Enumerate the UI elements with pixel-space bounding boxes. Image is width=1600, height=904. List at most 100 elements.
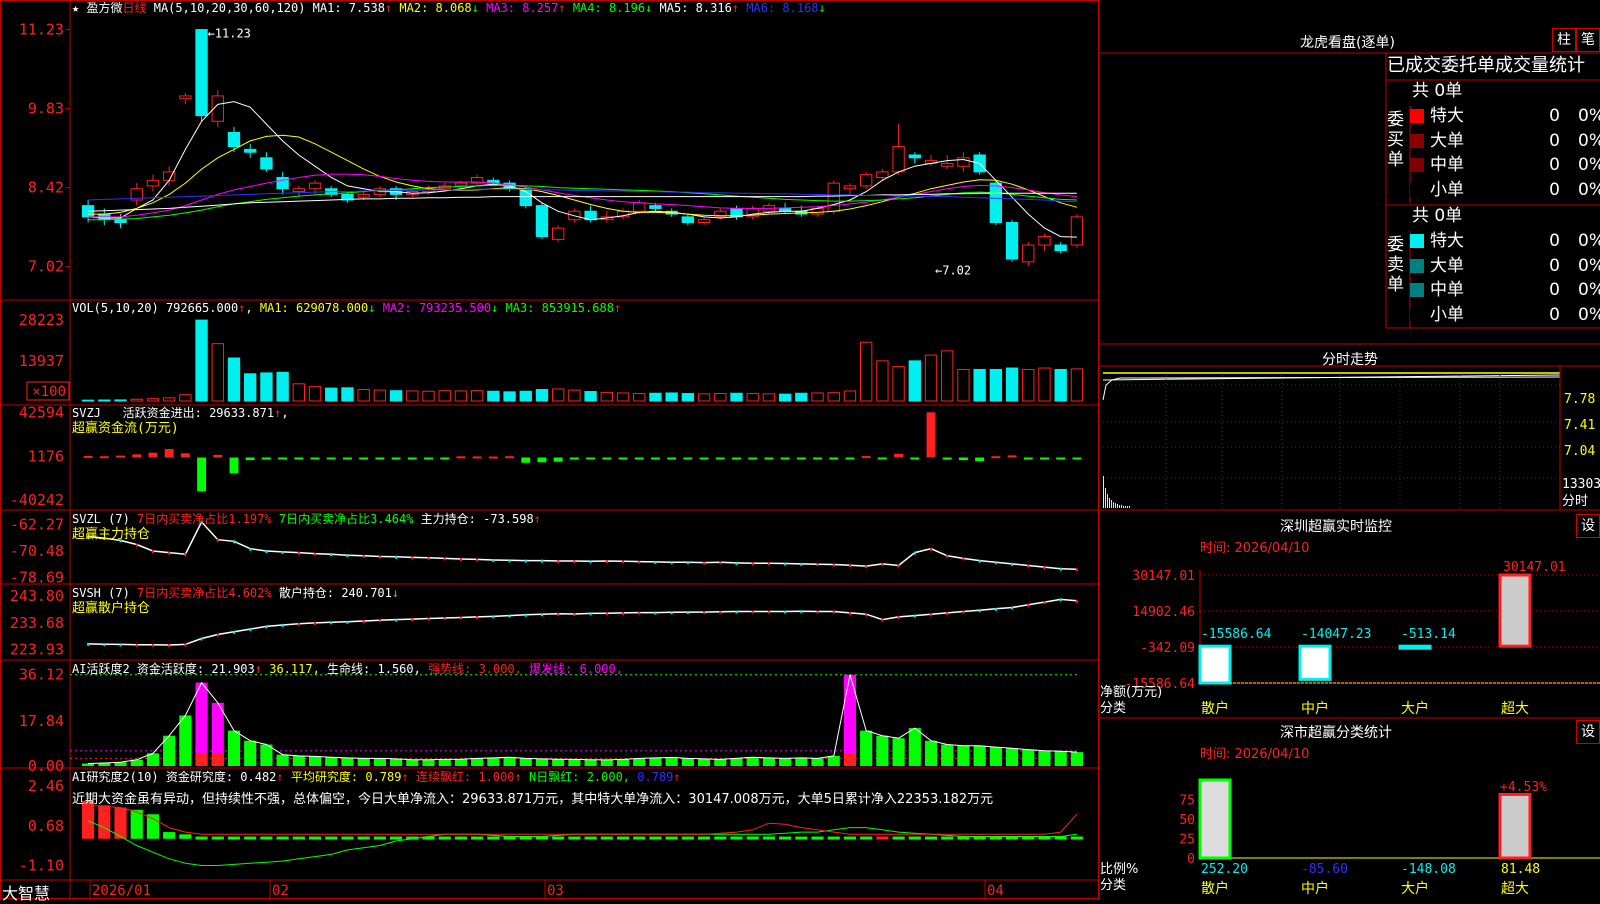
chart-canvas[interactable]: 11.239.838.427.02←11.23←7.022026/01 02 03 0… xyxy=(0,0,1600,900)
order-size-row: 中单 0 0% xyxy=(1410,278,1600,302)
volume-bar xyxy=(519,390,532,402)
activity-bar xyxy=(649,757,662,766)
order-count: 0 xyxy=(1549,106,1560,126)
y-tick-label: -62.27 xyxy=(10,515,64,533)
research-bar xyxy=(98,805,111,839)
order-percent: 0% xyxy=(1578,304,1600,325)
fund-flow-bar xyxy=(796,457,806,460)
intraday-vol-bar xyxy=(1121,505,1122,508)
ai-research-title: AI研究度2(10) xyxy=(72,770,159,784)
order-count: 0 xyxy=(1549,304,1560,325)
holding-tick xyxy=(638,611,641,615)
header-item: 6.000, xyxy=(579,662,623,676)
holding-tick xyxy=(816,563,819,567)
header-item: MA2: 793235.500 xyxy=(382,301,492,315)
sz-settings-button[interactable]: 设 xyxy=(1576,514,1600,538)
ma-line xyxy=(88,101,1077,238)
activity-bar xyxy=(600,759,613,766)
fund-flow-bar xyxy=(310,457,320,460)
tick-view-button[interactable]: 笔 xyxy=(1576,28,1600,52)
header-item: 0.789 xyxy=(637,770,674,784)
activity-bar xyxy=(795,757,808,766)
volume-bar xyxy=(778,393,792,402)
fund-flow-bar xyxy=(829,457,839,460)
holding-tick xyxy=(605,612,608,616)
volume-bar xyxy=(649,392,662,402)
header-item: -73.598 xyxy=(483,512,534,526)
research-bar xyxy=(244,836,257,840)
trend-arrow: ↑ xyxy=(254,662,262,676)
header-item: 资金活跃度: xyxy=(136,662,205,676)
volume-bar xyxy=(470,390,484,402)
fund-flow-bar xyxy=(99,456,109,459)
holding-tick xyxy=(395,618,398,622)
holding-tick xyxy=(962,610,965,614)
header-item: 资金研究度: xyxy=(165,770,234,784)
intraday-line xyxy=(1102,376,1561,401)
research-bar xyxy=(876,836,889,840)
volume-bar xyxy=(859,341,873,402)
header-item: 3.000, xyxy=(478,662,522,676)
holding-tick xyxy=(184,553,187,557)
activity-bar xyxy=(276,754,289,766)
header-item: MA4: 8.196 xyxy=(572,1,646,15)
fund-flow-bar xyxy=(1072,457,1082,460)
activity-bar xyxy=(697,758,711,766)
holding-tick xyxy=(930,547,933,551)
sz-value-label: -14047.23 xyxy=(1301,627,1371,642)
volume-bar xyxy=(98,399,111,402)
research-bar xyxy=(357,836,370,840)
fund-flow-bar xyxy=(602,457,612,460)
order-size-row: 小单 0 0% xyxy=(1410,303,1600,327)
holding-tick xyxy=(314,552,317,556)
header-item: N日飘红: xyxy=(529,770,580,784)
holding-tick xyxy=(638,560,641,564)
holding-tick xyxy=(281,550,284,554)
fund-flow-bar xyxy=(1040,457,1049,460)
order-size-name: 小单 xyxy=(1430,304,1464,325)
y-tick-label: 233.68 xyxy=(10,614,64,632)
intraday-vol-tick: 13303 xyxy=(1562,477,1600,492)
volume-bar xyxy=(308,386,322,402)
holding-tick xyxy=(443,557,446,561)
legend-swatch xyxy=(1410,307,1424,322)
sh-value-label: -85.60 xyxy=(1301,862,1348,877)
candle-body xyxy=(308,182,322,190)
trend-arrow: ↑ xyxy=(514,770,522,784)
activity-bar xyxy=(746,757,759,766)
intraday-vol-bar xyxy=(1109,498,1110,508)
volume-bar xyxy=(1005,367,1019,402)
order-size-name: 小单 xyxy=(1430,179,1464,200)
sh-settings-button[interactable]: 设 xyxy=(1576,720,1600,744)
volume-bar xyxy=(276,371,289,402)
holding-tick xyxy=(832,563,835,567)
holding-tick xyxy=(1043,601,1046,605)
period-label[interactable]: 日线 xyxy=(122,1,146,15)
sz-bar xyxy=(1198,644,1232,685)
research-bar xyxy=(892,836,905,840)
holding-tick xyxy=(816,610,819,614)
ma-line xyxy=(88,173,1077,218)
volume-bar xyxy=(227,357,241,402)
holding-tick xyxy=(459,616,462,620)
holding-tick xyxy=(378,555,381,559)
svsh-title: SVSH (7) xyxy=(72,586,130,600)
fund-flow-bar xyxy=(715,457,725,460)
holding-tick xyxy=(573,612,576,616)
order-size-name: 特大 xyxy=(1430,106,1464,126)
holding-tick xyxy=(897,564,900,568)
activity-bar xyxy=(876,735,889,766)
fund-flow-bar xyxy=(910,457,920,460)
header-item: 生命线: xyxy=(327,662,371,676)
column-view-button[interactable]: 柱 xyxy=(1552,28,1576,52)
research-bar xyxy=(649,836,662,840)
header-item: MA1: 7.538 xyxy=(312,1,385,15)
sell-orders-label: 委卖单 xyxy=(1387,235,1404,295)
volume-bar xyxy=(568,389,581,402)
y-tick-label: -70.48 xyxy=(10,542,64,560)
y-tick-label: 17.84 xyxy=(19,712,64,730)
fund-flow-bar xyxy=(975,457,985,462)
fund-flow-bar xyxy=(505,456,515,459)
y-tick-label: 28223 xyxy=(19,311,64,329)
stock-name[interactable]: 盈方微 xyxy=(86,1,122,15)
